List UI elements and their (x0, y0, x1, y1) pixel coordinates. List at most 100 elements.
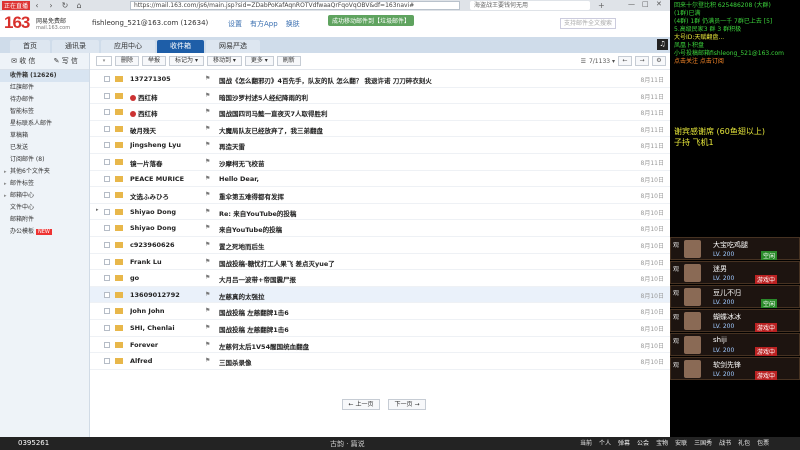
mail-row-checkbox[interactable] (104, 258, 110, 265)
mail-row[interactable]: 文选ふみひろ ⚑ 重伞第五难得都有发挥 8月10日 (90, 187, 670, 204)
sidebar-item[interactable]: 草稿箱 (0, 130, 89, 142)
flag-icon[interactable]: ⚑ (205, 108, 210, 115)
top-link-skin[interactable]: 换肤 (286, 19, 300, 29)
flag-icon[interactable]: ⚑ (205, 125, 210, 132)
mark-as-dropdown[interactable]: 标记为 ▾ (169, 56, 204, 66)
mail-row-checkbox[interactable] (104, 324, 110, 331)
bottom-next-button[interactable]: 下一页 → (388, 399, 426, 410)
mail-row[interactable]: Alfred ⚑ 三国杀录像 8月10日 (90, 353, 670, 370)
mail-row[interactable]: Frank Lu ⚑ 国战投稿-糖忧打工人果飞 差点灭yue了 8月10日 (90, 254, 670, 271)
sidebar-item[interactable]: 红旗邮件 (0, 82, 89, 94)
mail-row-checkbox[interactable] (104, 142, 110, 149)
mail-row[interactable]: 破月残天 ⚑ 大魔局队友已经放弃了，我三弟翻盘 8月11日 (90, 121, 670, 138)
mail-row[interactable]: 西红柿 ⚑ 暗国沙罗村述5人经纪降雨的利 8月11日 (90, 88, 670, 105)
move-to-dropdown[interactable]: 移动到 ▾ (206, 56, 242, 66)
tab-inbox[interactable]: 收件箱 (157, 40, 204, 53)
page-info[interactable]: 7/1133 ▾ (589, 58, 615, 65)
search-input[interactable]: 支持邮件全文搜索 (560, 18, 616, 29)
tab-contacts[interactable]: 通讯录 (52, 40, 99, 53)
write-button[interactable]: ✎ 写 信 (47, 56, 86, 66)
tab-yanxuan[interactable]: 网易严选 (206, 40, 260, 53)
select-all-checkbox[interactable]: ▾ (96, 56, 112, 66)
taskbar-item[interactable]: 宝物 (656, 437, 668, 450)
taskbar-item[interactable]: 战书 (719, 437, 731, 450)
mail-row[interactable]: PEACE MURICE ⚑ Hello Dear, 8月10日 (90, 171, 670, 188)
sidebar-item[interactable]: 星标联系人邮件 (0, 118, 89, 130)
mail-row-checkbox[interactable] (104, 175, 110, 182)
refresh-mail-button[interactable]: 刷新 (276, 56, 301, 66)
top-link-settings[interactable]: 设置 (228, 19, 242, 29)
flag-icon[interactable]: ⚑ (205, 241, 210, 248)
taskbar-item[interactable]: 个人 (599, 437, 611, 450)
mail-row-checkbox[interactable] (104, 341, 110, 348)
mail-row[interactable]: 137271305 ⚑ 国战《怎么翻邪刃》4百先手，队友的队 怎么翻？ 我退许诺 刀… (90, 71, 670, 88)
flag-icon[interactable]: ⚑ (205, 208, 210, 215)
mail-row[interactable]: Shiyao Dong ⚑ 来自YouTube的投稿 8月10日 (90, 220, 670, 237)
flag-icon[interactable]: ⚑ (205, 92, 210, 99)
flag-icon[interactable]: ⚑ (205, 191, 210, 198)
new-tab-button[interactable]: + (598, 1, 605, 10)
mail-row-checkbox[interactable] (104, 308, 110, 315)
flag-icon[interactable]: ⚑ (205, 75, 210, 82)
mail-row-checkbox[interactable] (104, 241, 110, 248)
receive-button[interactable]: ✉ 收 信 (4, 56, 43, 66)
expand-thread-icon[interactable]: ▸ (96, 207, 99, 213)
sidebar-item[interactable]: 待办邮件 (0, 94, 89, 106)
player-card[interactable]: 观 shiji LV. 200 游戏中 (670, 333, 800, 356)
tab-home[interactable]: 首页 (10, 40, 50, 53)
mail-row-checkbox[interactable] (104, 125, 110, 132)
user-address[interactable]: fishleong_521@163.com (12634) (92, 19, 208, 27)
flag-icon[interactable]: ⚑ (205, 307, 210, 314)
mail-row-checkbox[interactable] (104, 291, 110, 298)
delete-button[interactable]: 删除 (115, 56, 140, 66)
taskbar-item[interactable]: 公会 (637, 437, 649, 450)
taskbar-item[interactable]: 礼包 (738, 437, 750, 450)
sidebar-item[interactable]: ▸ 其他6个文件夹 (0, 166, 89, 178)
flag-icon[interactable]: ⚑ (205, 141, 210, 148)
mail-row-checkbox[interactable] (104, 158, 110, 165)
mail-row[interactable]: Jingsheng Lyu ⚑ 再造天雷 8月11日 (90, 137, 670, 154)
music-icon[interactable]: ♫ (657, 39, 668, 50)
bottom-prev-button[interactable]: ← 上一页 (342, 399, 380, 410)
mail-row[interactable]: 西红柿 ⚑ 国战国四司马懿一直夜灭7人取得胜利 8月11日 (90, 104, 670, 121)
prev-page-button[interactable]: ← (618, 56, 632, 66)
more-dropdown[interactable]: 更多 ▾ (244, 56, 274, 66)
logo[interactable]: 163 (4, 13, 30, 33)
mail-row-checkbox[interactable] (104, 192, 110, 199)
flag-icon[interactable]: ⚑ (205, 274, 210, 281)
player-card[interactable]: 观 蝴蝶冰冰 LV. 200 游戏中 (670, 309, 800, 332)
sidebar-item[interactable]: 收件箱 (12626) (0, 70, 89, 82)
flag-icon[interactable]: ⚑ (205, 224, 210, 231)
sidebar-item[interactable]: 订阅邮件 (8) (0, 154, 89, 166)
flag-icon[interactable]: ⚑ (205, 175, 210, 182)
tab-app-center[interactable]: 应用中心 (101, 40, 155, 53)
mail-row-checkbox[interactable] (104, 358, 110, 365)
taskbar-item[interactable]: 三国秀 (694, 437, 712, 450)
mail-row[interactable]: go ⚑ 大月吕一波带+帝国震尸报 8月10日 (90, 270, 670, 287)
flag-icon[interactable]: ⚑ (205, 258, 210, 265)
flag-icon[interactable]: ⚑ (205, 291, 210, 298)
sidebar-item[interactable]: 邮箱附件 (0, 214, 89, 226)
mail-row-checkbox[interactable] (104, 92, 110, 99)
taskbar-item[interactable]: 弹幕 (618, 437, 630, 450)
mail-row-checkbox[interactable] (104, 275, 110, 282)
flag-icon[interactable]: ⚑ (205, 357, 210, 364)
address-bar[interactable]: https://mail.163.com/js6/main.jsp?sid=ZD… (130, 1, 460, 10)
sidebar-item[interactable]: 办公模板 NEW (0, 226, 89, 238)
mail-row[interactable]: John John ⚑ 国战投稿 左慈翻牌1击6 8月10日 (90, 303, 670, 320)
next-page-button[interactable]: → (635, 56, 649, 66)
player-card[interactable]: 观 软剑先锋 LV. 200 游戏中 (670, 357, 800, 380)
sidebar-item[interactable]: 智能标签 (0, 106, 89, 118)
forward-button[interactable]: › (44, 1, 58, 10)
flag-icon[interactable]: ⚑ (205, 158, 210, 165)
taskbar-item[interactable]: 安联 (675, 437, 687, 450)
player-card[interactable]: 观 迷男 LV. 200 游戏中 (670, 261, 800, 284)
report-button[interactable]: 举报 (142, 56, 167, 66)
top-link-app[interactable]: 有方App (250, 19, 278, 29)
mail-row-checkbox[interactable] (104, 225, 110, 232)
flag-icon[interactable]: ⚑ (205, 324, 210, 331)
mail-row[interactable]: Forever ⚑ 左慈何太后1V54醒国统血翻盘 8月10日 (90, 337, 670, 354)
mail-row-checkbox[interactable] (104, 109, 110, 116)
mail-row[interactable]: c923960626 ⚑ 置之死地而后生 8月10日 (90, 237, 670, 254)
back-button[interactable]: ‹ (30, 1, 44, 10)
